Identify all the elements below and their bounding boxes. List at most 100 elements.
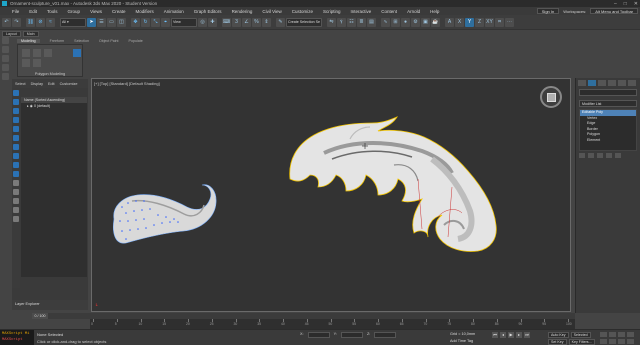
modify-tab-icon[interactable] [588,80,596,86]
ribbon-tool-icon[interactable] [44,49,52,57]
menu-arnold[interactable]: Arnold [402,9,425,14]
stack-item-element[interactable]: Element [580,138,636,144]
selection-filter-dropdown[interactable]: All ▾ [60,17,86,27]
left-tool-icon[interactable] [2,64,9,71]
sign-in-button[interactable]: Sign In [536,8,560,14]
acanthus-ornament-mesh[interactable] [289,116,497,252]
zoom-all-icon[interactable] [609,332,616,337]
explorer-tab-edit[interactable]: Edit [48,82,55,86]
menu-animation[interactable]: Animation [159,9,189,14]
menu-views[interactable]: Views [85,9,107,14]
layer-explorer-label[interactable]: Layer Explorer [15,302,40,306]
timeline-ruler[interactable]: 0 5 10 15 20 25 30 35 40 45 50 55 60 65 70 75 80 85 90 95 10… [90,319,575,329]
tab-object-paint[interactable]: Object Paint [99,39,119,43]
z-axis-icon[interactable]: Z [475,17,484,27]
next-frame-icon[interactable]: ▸ [516,332,522,338]
toolbar-extra-icon[interactable]: ⋯ [505,17,514,27]
snaps-toggle-icon[interactable]: 3 [232,17,241,27]
move-icon[interactable]: ✥ [131,17,140,27]
explorer-tab-display[interactable]: Display [31,82,43,86]
window-crossing-icon[interactable]: ◫ [117,17,126,27]
filter-all-icon[interactable] [13,198,19,204]
utilities-tab-icon[interactable] [628,80,636,86]
zoom-extents-all-icon[interactable] [627,332,634,337]
filter-bones-icon[interactable] [13,162,19,168]
filter-shapes-icon[interactable] [13,99,19,105]
key-mode-dropdown[interactable]: Selected [570,332,591,338]
left-tool-icon[interactable] [2,46,9,53]
filter-helpers-icon[interactable] [13,126,19,132]
link-icon[interactable]: ⛓ [26,17,35,27]
tab-freeform[interactable]: Freeform [50,39,65,43]
maxscript-listener[interactable]: MAXScript Mi MAXScript [0,330,34,345]
viewcube-face-icon[interactable] [546,92,556,102]
object-name-field[interactable] [579,89,637,96]
eye-icon[interactable]: ▸ ◉ [27,104,34,108]
z-coordinate-field[interactable] [374,332,397,338]
go-to-end-icon[interactable]: ⏭ [524,332,530,338]
minimize-button[interactable]: – [614,1,617,7]
filter-geometry-icon[interactable] [13,90,19,96]
menu-edit[interactable]: Edit [24,9,42,14]
x-coordinate-field[interactable] [307,332,330,338]
render-production-icon[interactable]: ☕ [431,17,440,27]
pivot-icon[interactable]: ◎ [198,17,207,27]
rendered-frame-window-icon[interactable]: ▣ [421,17,430,27]
percent-snap-icon[interactable]: % [252,17,261,27]
hierarchy-tab-icon[interactable] [598,80,606,86]
menu-help[interactable]: Help [425,9,444,14]
menu-civil-view[interactable]: Civil View [257,9,286,14]
material-editor-icon[interactable]: ● [401,17,410,27]
time-slider-knob[interactable]: 0 / 100 [32,313,48,319]
menu-scripting[interactable]: Scripting [318,9,346,14]
y-coordinate-field[interactable] [340,332,363,338]
create-tab-icon[interactable] [578,80,586,86]
left-tool-icon[interactable] [2,73,9,80]
render-setup-icon[interactable]: ⚙ [411,17,420,27]
toggle-layer-explorer-icon[interactable]: ≣ [357,17,366,27]
spinner-snap-icon[interactable]: ⇕ [262,17,271,27]
pan-icon[interactable] [609,339,616,344]
curve-editor-icon[interactable]: ∿ [381,17,390,27]
filter-xrefs-icon[interactable] [13,153,19,159]
filter-invert-icon[interactable] [13,216,19,222]
toggle-ribbon-icon[interactable]: ▤ [367,17,376,27]
keyboard-shortcut-icon[interactable]: ⌨ [222,17,231,27]
close-button[interactable]: ✕ [634,1,638,7]
edit-named-selection-icon[interactable]: ✎ [276,17,285,27]
filter-frozen-icon[interactable] [13,180,19,186]
ribbon-tool-icon[interactable] [33,49,41,57]
reference-coordinate-dropdown[interactable]: View [171,17,197,27]
ribbon-panel-label[interactable]: Polygon Modeling [18,72,82,76]
zoom-extents-icon[interactable] [618,332,625,337]
modifier-list-dropdown[interactable]: Modifier List [579,100,637,107]
menu-file[interactable]: File [7,9,24,14]
pin-stack-icon[interactable] [579,153,585,158]
place-icon[interactable]: ⌖ [161,17,170,27]
viewport-top[interactable]: [+] [Top] [Standard] [Default Shading] ┗ [91,78,571,312]
create-selection-set-input[interactable]: Create Selection Se [286,17,322,27]
xy-plane-icon[interactable]: XY [485,17,494,27]
schematic-view-icon[interactable]: ⊞ [391,17,400,27]
configure-sets-icon[interactable] [615,153,621,158]
key-filters-button[interactable]: Key Filters... [568,339,595,345]
display-tab-icon[interactable] [618,80,626,86]
filter-spacewarps-icon[interactable] [13,135,19,141]
maximize-button[interactable]: □ [624,1,627,7]
tab-selection[interactable]: Selection [74,39,89,43]
menu-group[interactable]: Group [63,9,86,14]
zoom-icon[interactable] [600,332,607,337]
redo-icon[interactable]: ↷ [12,17,21,27]
filter-groups-icon[interactable] [13,144,19,150]
tab-modeling[interactable]: Modeling [17,38,40,43]
filter-hidden-icon[interactable] [13,189,19,195]
field-of-view-icon[interactable] [600,339,607,344]
left-tool-icon[interactable] [2,37,9,44]
list-item[interactable]: ▸ ◉ 0 (default) [21,103,87,109]
y-axis-icon[interactable]: Y [465,17,474,27]
unlink-icon[interactable]: ⊘ [36,17,45,27]
select-object-icon[interactable]: ➤ [87,17,96,27]
explorer-tab-customize[interactable]: Customize [60,82,78,86]
mirror-icon[interactable]: ⇋ [327,17,336,27]
menu-modifiers[interactable]: Modifiers [131,9,159,14]
